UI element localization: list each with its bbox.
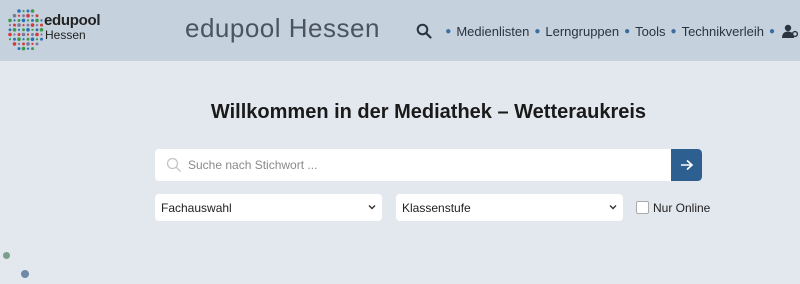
nav-item-medienlisten[interactable]: Medienlisten bbox=[456, 24, 529, 39]
search-submit-button[interactable] bbox=[671, 149, 702, 181]
logo-dot bbox=[8, 38, 12, 41]
logo-dot bbox=[13, 23, 16, 27]
logo-dot bbox=[17, 14, 21, 17]
logo-dot bbox=[35, 42, 39, 46]
main-nav: ● Medienlisten ● Lerngruppen ● Tools ● T… bbox=[416, 20, 800, 42]
logo-dot bbox=[31, 18, 34, 22]
chevron-down-icon bbox=[368, 205, 376, 210]
logo-dot bbox=[26, 23, 30, 27]
logo-dot bbox=[30, 9, 35, 13]
logo-dots-icon bbox=[8, 9, 44, 51]
logo-dot bbox=[22, 28, 25, 32]
logo-dot bbox=[17, 18, 21, 22]
subject-select[interactable]: Fachauswahl bbox=[155, 194, 382, 221]
arrow-right-icon bbox=[680, 159, 693, 171]
logo-dot bbox=[35, 14, 39, 18]
logo-dot bbox=[35, 28, 39, 32]
logo-dot bbox=[26, 33, 30, 36]
logo-dot bbox=[12, 13, 17, 18]
nav-item-lerngruppen[interactable]: Lerngruppen bbox=[545, 24, 619, 39]
logo-dot bbox=[39, 28, 44, 32]
logo-dot bbox=[35, 24, 39, 27]
logo-dot bbox=[35, 18, 39, 23]
nav-item-technikverleih[interactable]: Technikverleih bbox=[682, 24, 764, 39]
logo-dot bbox=[8, 18, 12, 23]
grade-select-value: Klassenstufe bbox=[402, 200, 471, 215]
logo-dot bbox=[31, 47, 34, 51]
logo-dot bbox=[22, 9, 25, 13]
logo-dot bbox=[26, 42, 30, 46]
logo-dot bbox=[26, 47, 30, 50]
decorative-dot bbox=[3, 252, 10, 259]
logo-dot bbox=[22, 42, 25, 46]
logo-dot bbox=[30, 23, 35, 27]
logo-dot bbox=[12, 28, 17, 32]
search-bar bbox=[155, 149, 702, 181]
logo-dot bbox=[22, 38, 25, 41]
logo-dot bbox=[17, 28, 21, 31]
logo-dot bbox=[22, 24, 25, 27]
logo-dot bbox=[40, 23, 43, 27]
logo-dot bbox=[17, 42, 21, 46]
logo-dot bbox=[26, 19, 30, 22]
online-only-checkbox[interactable] bbox=[636, 201, 649, 214]
logo-dot bbox=[31, 33, 34, 36]
logo-dot bbox=[22, 14, 25, 18]
logo-dot bbox=[13, 19, 16, 22]
site-title: edupool Hessen bbox=[185, 13, 380, 43]
logo-dot bbox=[17, 33, 21, 36]
edupool-logo[interactable]: edupool Hessen bbox=[7, 8, 101, 52]
nav-separator: ● bbox=[445, 25, 452, 37]
logo-dot bbox=[26, 37, 30, 41]
user-settings-icon[interactable] bbox=[782, 24, 799, 38]
page-headline: Willkommen in der Mediathek – Wetteraukr… bbox=[210, 101, 647, 123]
logo-dot bbox=[31, 28, 34, 31]
nav-separator: ● bbox=[624, 25, 631, 37]
search-field-icon bbox=[166, 157, 182, 173]
logo-dot bbox=[26, 13, 30, 18]
logo-dot bbox=[12, 42, 17, 46]
logo-dot bbox=[40, 33, 43, 36]
logo-dot bbox=[21, 32, 26, 37]
logo-dot bbox=[8, 32, 12, 37]
nav-separator: ● bbox=[768, 25, 775, 37]
search-input[interactable] bbox=[188, 149, 668, 181]
search-icon[interactable] bbox=[416, 23, 432, 39]
decorative-dot bbox=[21, 270, 29, 278]
subject-select-value: Fachauswahl bbox=[161, 200, 232, 215]
logo-dot bbox=[17, 9, 21, 13]
nav-separator: ● bbox=[670, 25, 677, 37]
logo-dot bbox=[21, 18, 26, 23]
logo-dot bbox=[26, 9, 30, 13]
logo-dot bbox=[35, 32, 39, 37]
logo-dot bbox=[40, 19, 43, 22]
nav-separator: ● bbox=[534, 25, 541, 37]
chevron-down-icon bbox=[609, 205, 617, 210]
logo-dot bbox=[13, 33, 16, 36]
logo-dot bbox=[17, 23, 21, 27]
logo-dot bbox=[8, 28, 12, 32]
logo-dot bbox=[13, 37, 16, 41]
logo-dot bbox=[17, 37, 21, 41]
online-only-filter: Nur Online bbox=[636, 200, 710, 215]
logo-dot bbox=[40, 37, 43, 41]
logo-dot bbox=[35, 38, 39, 41]
logo-dot bbox=[26, 28, 30, 32]
logo-dot bbox=[21, 46, 26, 51]
online-only-label: Nur Online bbox=[653, 200, 711, 215]
logo-dot bbox=[31, 42, 34, 46]
logo-dot bbox=[17, 47, 21, 51]
logo-dot bbox=[30, 37, 35, 41]
logo-text-hessen: Hessen bbox=[45, 28, 86, 42]
grade-select[interactable]: Klassenstufe bbox=[396, 194, 623, 221]
site-header: edupool Hessen edupool Hessen ● Medienli… bbox=[0, 0, 800, 61]
logo-dot bbox=[31, 14, 34, 17]
nav-item-tools[interactable]: Tools bbox=[635, 24, 665, 39]
logo-text-edupool: edupool bbox=[44, 12, 101, 29]
logo-dot bbox=[8, 24, 12, 27]
